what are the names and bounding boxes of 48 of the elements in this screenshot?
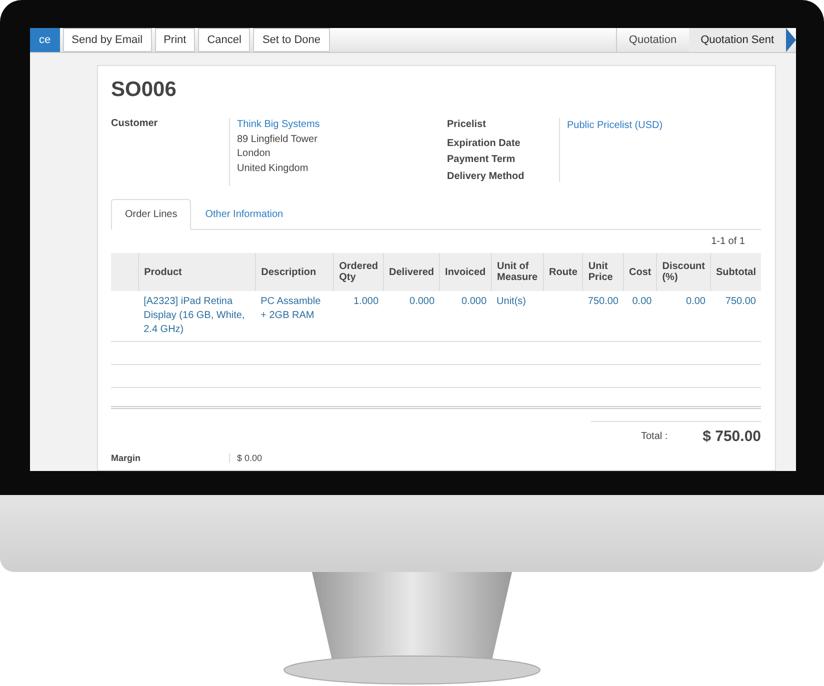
table-cell: 0.000 — [410, 296, 435, 307]
field-label: Payment Term — [447, 153, 516, 167]
column-header[interactable]: Description — [256, 253, 334, 291]
table-cell: 0.00 — [632, 296, 652, 307]
margin-value: $ 0.00 — [229, 453, 262, 463]
customer-link[interactable]: Think Big Systems — [237, 119, 320, 130]
column-header[interactable]: Unit of Measure — [492, 253, 544, 291]
column-header[interactable]: Route — [544, 253, 583, 291]
status-stage[interactable]: Quotation — [616, 28, 689, 52]
record-title: SO006 — [111, 78, 178, 102]
address-line: United Kingdom — [237, 162, 310, 176]
table-cell: [A2323] iPad Retina Display (16 GB, White, 2.4 GHz) — [144, 296, 245, 335]
column-header[interactable]: Unit Price — [582, 253, 624, 291]
column-header[interactable]: Delivered — [384, 253, 440, 291]
pricelist-link[interactable]: Public Pricelist (USD) — [567, 120, 663, 131]
address-line: 89 Lingfield Tower — [237, 132, 318, 146]
table-cell: PC Assamble + 2GB RAM — [260, 296, 321, 321]
field-label: Margin — [111, 453, 142, 463]
toolbar-button[interactable]: ce — [30, 28, 60, 52]
column-header[interactable]: Invoiced — [440, 253, 492, 291]
toolbar-button[interactable]: Set to Done — [253, 28, 330, 52]
tab[interactable]: Other Information — [191, 199, 298, 230]
column-header[interactable]: Product — [138, 253, 256, 291]
table-cell: 0.000 — [462, 296, 487, 307]
stage-arrow-icon — [786, 28, 796, 52]
total-label: Total : — [640, 431, 668, 442]
address-line: London — [237, 147, 272, 161]
table-cell: 750.00 — [588, 296, 618, 307]
column-header[interactable]: Subtotal — [710, 253, 761, 291]
table-cell: 750.00 — [725, 296, 756, 307]
column-header[interactable]: Cost — [623, 253, 657, 291]
status-stage[interactable]: Quotation Sent — [688, 28, 786, 52]
column-header[interactable]: Ordered Qty — [334, 253, 384, 291]
toolbar-button[interactable]: Send by Email — [62, 28, 152, 52]
toolbar-button[interactable]: Cancel — [198, 28, 250, 52]
column-header[interactable]: Discount (%) — [656, 253, 710, 291]
table-cell: 1.000 — [353, 296, 379, 307]
pager[interactable]: 1-1 of 1 — [711, 230, 761, 253]
field-label: Delivery Method — [447, 170, 526, 184]
table-cell: 0.00 — [686, 296, 706, 307]
table-cell: Unit(s) — [496, 296, 526, 307]
field-label: Expiration Date — [447, 136, 522, 150]
total-amount: $ 750.00 — [702, 428, 761, 445]
header-spacer-cell — [111, 253, 139, 291]
tab[interactable]: Order Lines — [111, 199, 192, 230]
toolbar-button[interactable]: Print — [154, 28, 196, 52]
field-label: Customer — [111, 118, 159, 131]
field-label: Pricelist — [447, 118, 487, 132]
